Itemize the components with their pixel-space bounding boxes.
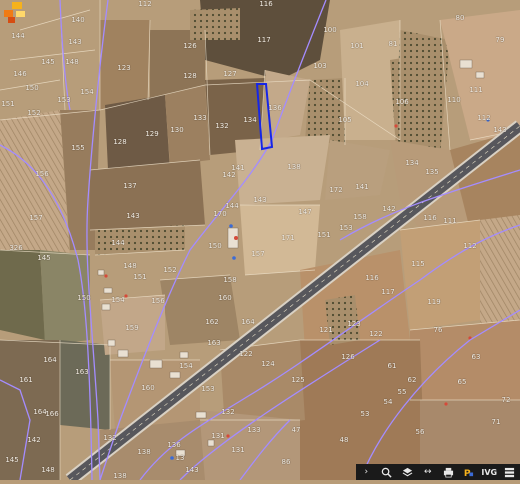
coordinates-icon[interactable]: P xyxy=(461,465,477,479)
zoom-icon[interactable] xyxy=(379,465,395,479)
map-toolbar: › ↔ P IVG xyxy=(356,464,520,480)
cadastral-map[interactable]: 140 112 116 144 143 100 101 81 80 79 145 146 148 126 1… xyxy=(0,0,520,484)
measure-icon[interactable]: ↔ xyxy=(420,465,436,479)
app-logo-icon xyxy=(4,2,30,24)
stack-icon[interactable] xyxy=(502,465,518,479)
next-icon[interactable]: › xyxy=(358,465,374,479)
print-icon[interactable] xyxy=(440,465,456,479)
ivg-button[interactable]: IVG xyxy=(481,465,497,479)
aerial-map-svg xyxy=(0,0,520,484)
layers-icon[interactable] xyxy=(399,465,415,479)
